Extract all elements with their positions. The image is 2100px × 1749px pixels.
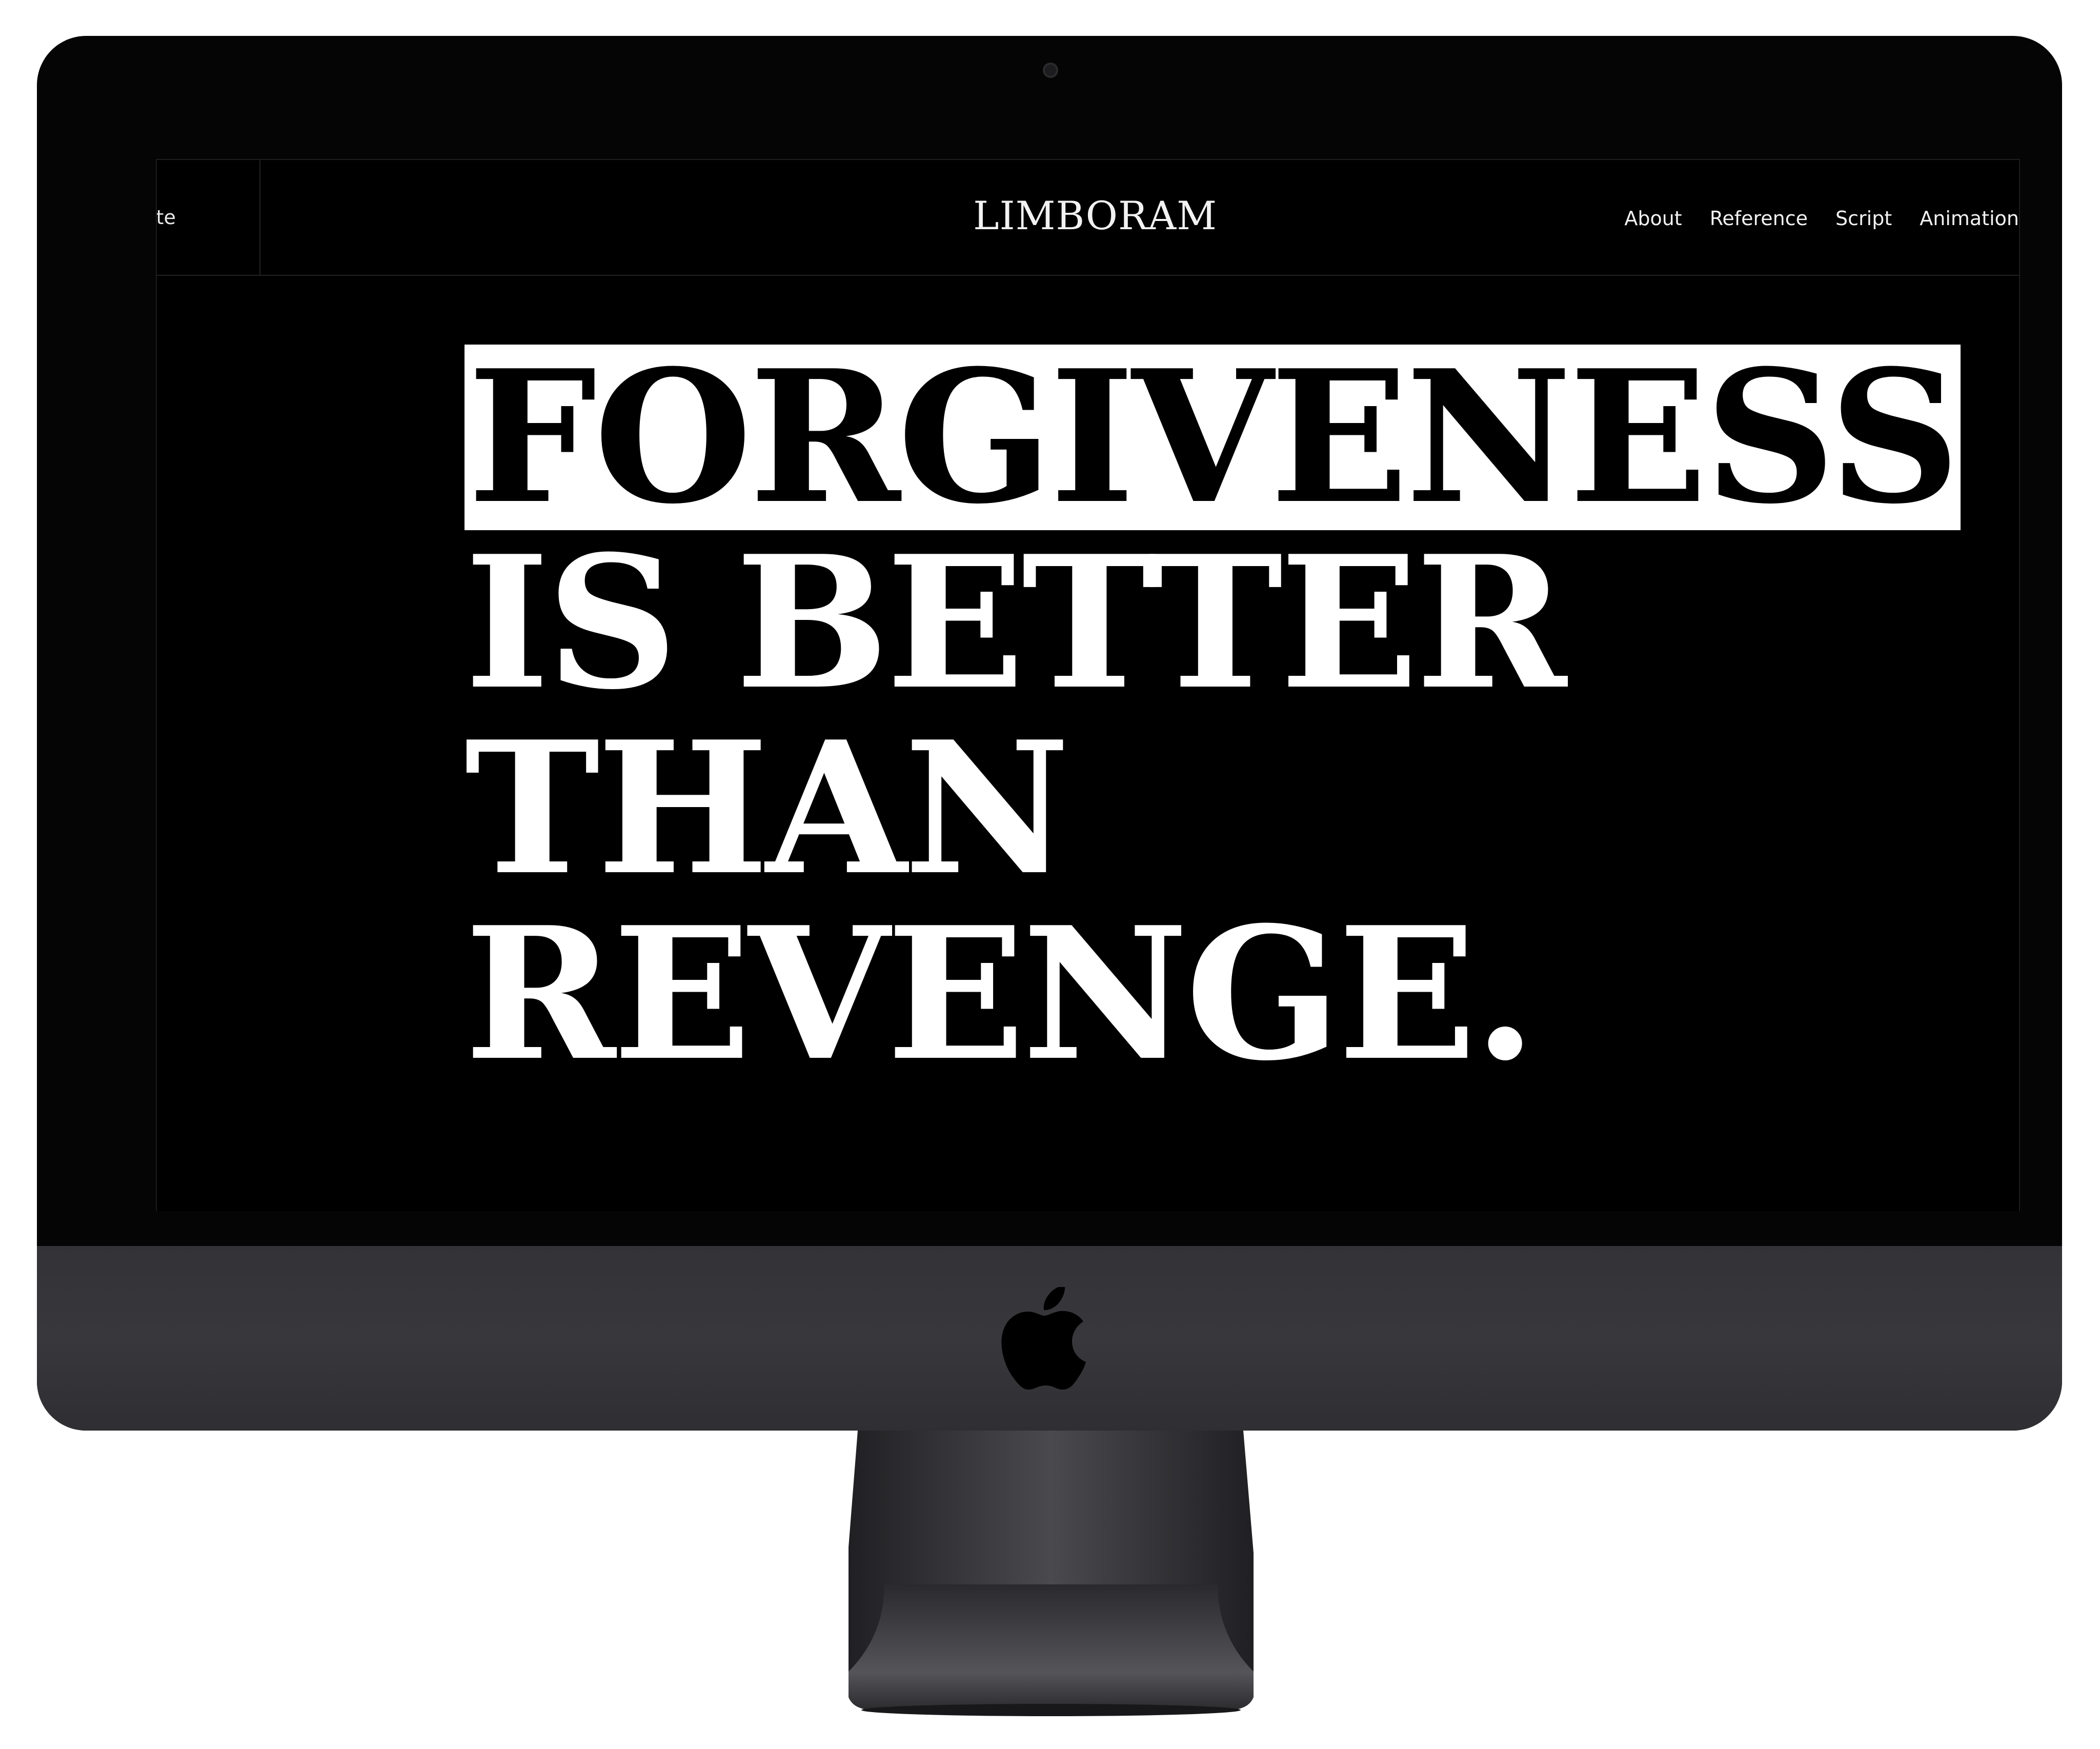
apple-logo-icon [1001, 1287, 1086, 1390]
headline-line-3: THAN [465, 701, 1071, 915]
camera-icon [1043, 63, 1058, 78]
side-cell: ite [157, 160, 260, 275]
nav-animation[interactable]: Animation [1920, 207, 2019, 230]
headline-line-4: REVENGE. [465, 887, 1537, 1101]
nav-reference[interactable]: Reference [1710, 207, 1808, 230]
side-label[interactable]: ite [157, 206, 176, 229]
nav-script[interactable]: Script [1835, 207, 1892, 230]
imac-device: ite LIMBORAM About Reference Script Anim… [37, 36, 2062, 1431]
site-header: ite LIMBORAM About Reference Script Anim… [157, 160, 2019, 276]
headline-line-2: IS BETTER [465, 516, 1567, 730]
nav-about[interactable]: About [1624, 207, 1682, 230]
site-brand[interactable]: LIMBORAM [967, 193, 1223, 238]
headline-highlight: FORGIVENESS [465, 345, 1961, 530]
browser-screen: ite LIMBORAM About Reference Script Anim… [156, 159, 2020, 1211]
hero-headline: FORGIVENESS IS BETTER THAN REVENGE. [465, 345, 1961, 1087]
main-nav: About Reference Script Animation [1624, 207, 2019, 230]
imac-stand [849, 1431, 1254, 1716]
